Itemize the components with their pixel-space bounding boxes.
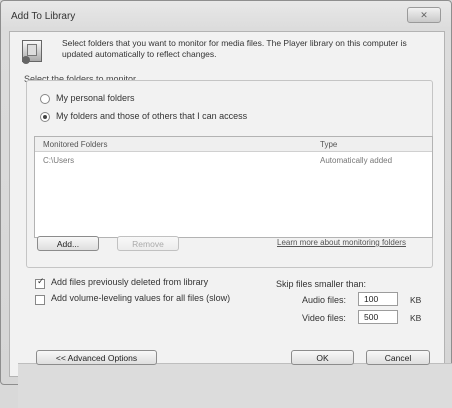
checkbox-volume-leveling-label[interactable]: Add volume-leveling values for all files… [51, 293, 230, 303]
dialog-client-area: Select folders that you want to monitor … [9, 31, 452, 408]
table-header: Monitored Folders Type [35, 137, 432, 152]
audio-files-input[interactable]: 100 [358, 292, 398, 306]
video-files-label: Video files: [302, 313, 346, 323]
dialog-footer [18, 363, 452, 408]
close-icon: ✕ [420, 9, 428, 20]
ok-button[interactable]: OK [291, 350, 354, 365]
audio-files-unit: KB [410, 295, 422, 305]
advanced-options-button[interactable]: << Advanced Options [36, 350, 157, 365]
cancel-button[interactable]: Cancel [366, 350, 430, 365]
add-to-library-dialog: Add To Library ✕ Select folders that you… [0, 0, 452, 408]
media-library-icon [22, 40, 42, 64]
checkbox-add-deleted-files-label[interactable]: Add files previously deleted from librar… [51, 277, 208, 287]
table-row-type[interactable]: Automatically added [320, 156, 392, 165]
radio-all-folders-label[interactable]: My folders and those of others that I ca… [56, 111, 247, 121]
checkbox-add-deleted-files[interactable] [35, 276, 45, 289]
monitored-folders-table[interactable]: Monitored Folders Type C:\Users Automati… [34, 136, 433, 238]
window-title: Add To Library [11, 11, 76, 22]
radio-personal-folders-label[interactable]: My personal folders [56, 93, 135, 103]
column-monitored-folders: Monitored Folders [43, 140, 108, 149]
table-row-folder[interactable]: C:\Users [43, 156, 74, 165]
header-description: Select folders that you want to monitor … [62, 38, 407, 59]
column-type: Type [320, 140, 338, 149]
learn-more-link[interactable]: Learn more about monitoring folders [277, 238, 406, 247]
video-files-unit: KB [410, 313, 422, 323]
audio-files-label: Audio files: [302, 295, 347, 305]
skip-files-label: Skip files smaller than: [276, 279, 367, 289]
title-bar: Add To Library ✕ [1, 1, 451, 29]
radio-personal-folders[interactable] [40, 94, 50, 104]
remove-button[interactable]: Remove [117, 236, 179, 251]
add-button[interactable]: Add... [37, 236, 99, 251]
video-files-input[interactable]: 500 [358, 310, 398, 324]
radio-all-folders[interactable] [40, 112, 50, 122]
close-button[interactable]: ✕ [407, 7, 441, 23]
checkbox-volume-leveling[interactable] [35, 295, 45, 305]
